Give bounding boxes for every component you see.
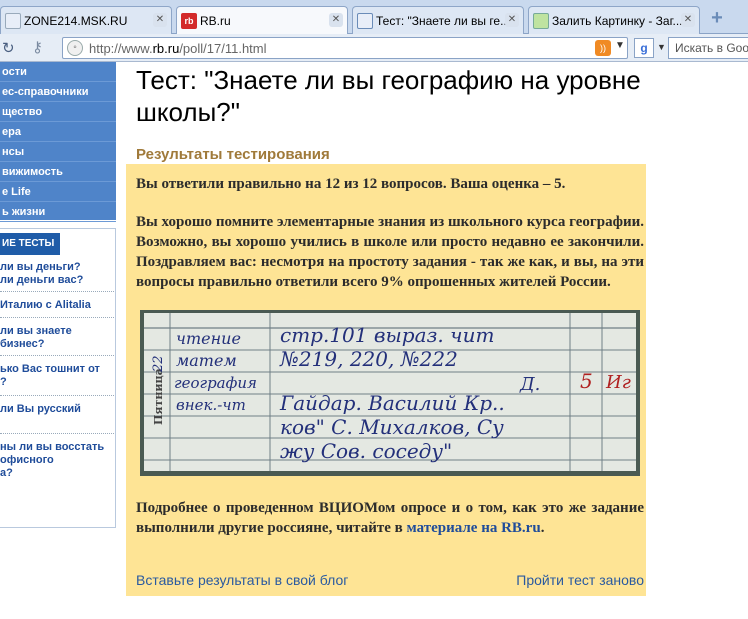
- tab-label: Залить Картинку - Заг...: [552, 13, 683, 28]
- chevron-down-icon[interactable]: ▼: [657, 42, 666, 52]
- results-heading: Результаты тестирования: [136, 146, 330, 163]
- test-link[interactable]: ько Вас тошнит от ?: [0, 363, 114, 389]
- test-link[interactable]: ли вы знаете бизнес?: [0, 325, 114, 351]
- rb-logo-icon: rb: [181, 13, 197, 29]
- tab-label: Тест: "Знаете ли вы ге...: [376, 13, 511, 28]
- rss-icon[interactable]: )): [595, 40, 611, 56]
- diary-subject: внек.-чт: [176, 396, 246, 414]
- diary-grade-letter: Д.: [519, 374, 540, 395]
- divider: [0, 433, 114, 434]
- divider: [0, 355, 114, 356]
- tab-upload-image[interactable]: Залить Картинку - Заг... ✕: [528, 6, 700, 34]
- diary-line: стр.101 вырaз. чит: [280, 323, 494, 347]
- blog-embed-link[interactable]: Вставьте результаты в свой блог: [136, 572, 348, 588]
- result-box: Вы ответили правильно на 12 из 12 вопрос…: [126, 164, 646, 596]
- navigation-toolbar: ↻ ⚷ ◦ http://www.rb.ru/poll/17/11.html )…: [0, 34, 748, 62]
- diary-grade: 5: [580, 369, 593, 393]
- diary-line: №219, 220, №222: [279, 347, 458, 371]
- retake-test-link[interactable]: Пройти тест заново: [516, 572, 644, 588]
- test-link[interactable]: Италию с Alitalia: [0, 299, 114, 312]
- test-link[interactable]: ли вы деньги? ли деньги вас?: [0, 261, 114, 287]
- sidebar-item[interactable]: ости: [0, 62, 116, 82]
- search-input[interactable]: Искать в Google: [668, 37, 748, 59]
- article-link[interactable]: материале на RB.ru: [407, 520, 541, 536]
- tab-strip: ZONE214.MSK.RU ✕ rb RB.ru ✕ Тест: "Знает…: [0, 0, 748, 35]
- image-icon: [533, 12, 549, 29]
- sidebar-item[interactable]: ера: [0, 122, 116, 142]
- diary-subject: чтение: [176, 329, 241, 348]
- close-icon[interactable]: ✕: [329, 13, 343, 27]
- tab-test[interactable]: Тест: "Знаете ли вы ге... ✕: [352, 6, 524, 34]
- tests-panel: ИЕ ТЕСТЫ ли вы деньги? ли деньги вас? Ит…: [0, 228, 116, 528]
- sidebar-item[interactable]: e Life: [0, 182, 116, 202]
- address-bar[interactable]: ◦ http://www.rb.ru/poll/17/11.html )) ▼: [62, 37, 628, 59]
- tab-rbru[interactable]: rb RB.ru ✕: [176, 6, 348, 35]
- sidebar-menu: ости ес-справочники щество ера нсы вижим…: [0, 62, 116, 222]
- test-link[interactable]: ны ли вы восстать офисного а?: [0, 441, 114, 480]
- result-text: Вы хорошо помните элементарные знания из…: [136, 214, 644, 290]
- chevron-down-icon[interactable]: ▼: [615, 40, 625, 51]
- google-icon[interactable]: g: [634, 38, 654, 58]
- diary-day: Пятница: [152, 368, 165, 425]
- page-icon: [357, 12, 373, 29]
- tests-header[interactable]: ИЕ ТЕСТЫ: [0, 233, 60, 255]
- diary-line: жу Сов. соседу": [280, 439, 452, 463]
- test-link[interactable]: ли Вы русский: [0, 403, 114, 416]
- diary-subject: матем: [176, 351, 237, 370]
- tab-label: ZONE214.MSK.RU: [24, 13, 128, 28]
- page-icon: [5, 12, 21, 29]
- key-icon[interactable]: ⚷: [32, 38, 43, 56]
- diary-subject: география: [174, 374, 257, 392]
- diary-signature: Иг: [605, 372, 631, 393]
- divider: [0, 395, 114, 396]
- sidebar-item[interactable]: щество: [0, 102, 116, 122]
- left-sidebar: ости ес-справочники щество ера нсы вижим…: [0, 62, 116, 619]
- close-icon[interactable]: ✕: [681, 13, 695, 27]
- sidebar-item[interactable]: ь жизни: [0, 202, 116, 222]
- tab-label: RB.ru: [200, 14, 231, 28]
- diary-line: Гайдар. Василий Кр..: [279, 391, 505, 415]
- divider: [0, 317, 114, 318]
- sidebar-item[interactable]: ес-справочники: [0, 82, 116, 102]
- score-line: Вы ответили правильно на 12 из 12 вопрос…: [136, 176, 566, 192]
- diary-line: ков" С. Михалков, Су: [280, 415, 504, 439]
- diary-date: 22: [151, 355, 166, 373]
- reload-icon[interactable]: ↻: [2, 39, 15, 57]
- more-info-text: Подробнее о проведенном ВЦИОМом опросе и…: [136, 500, 644, 536]
- new-tab-button[interactable]: +: [706, 8, 728, 30]
- page-title: Тест: "Знаете ли вы географию на уровне …: [136, 65, 641, 127]
- sidebar-item[interactable]: вижимость: [0, 162, 116, 182]
- divider: [0, 291, 114, 292]
- tab-zone214[interactable]: ZONE214.MSK.RU ✕: [0, 6, 172, 34]
- site-identity-icon[interactable]: ◦: [67, 40, 83, 56]
- close-icon[interactable]: ✕: [153, 13, 167, 27]
- url-text[interactable]: http://www.rb.ru/poll/17/11.html: [89, 41, 267, 56]
- close-icon[interactable]: ✕: [505, 13, 519, 27]
- diary-photo: Пятница 22 чтение матем география внек.-…: [140, 310, 640, 476]
- sidebar-item[interactable]: нсы: [0, 142, 116, 162]
